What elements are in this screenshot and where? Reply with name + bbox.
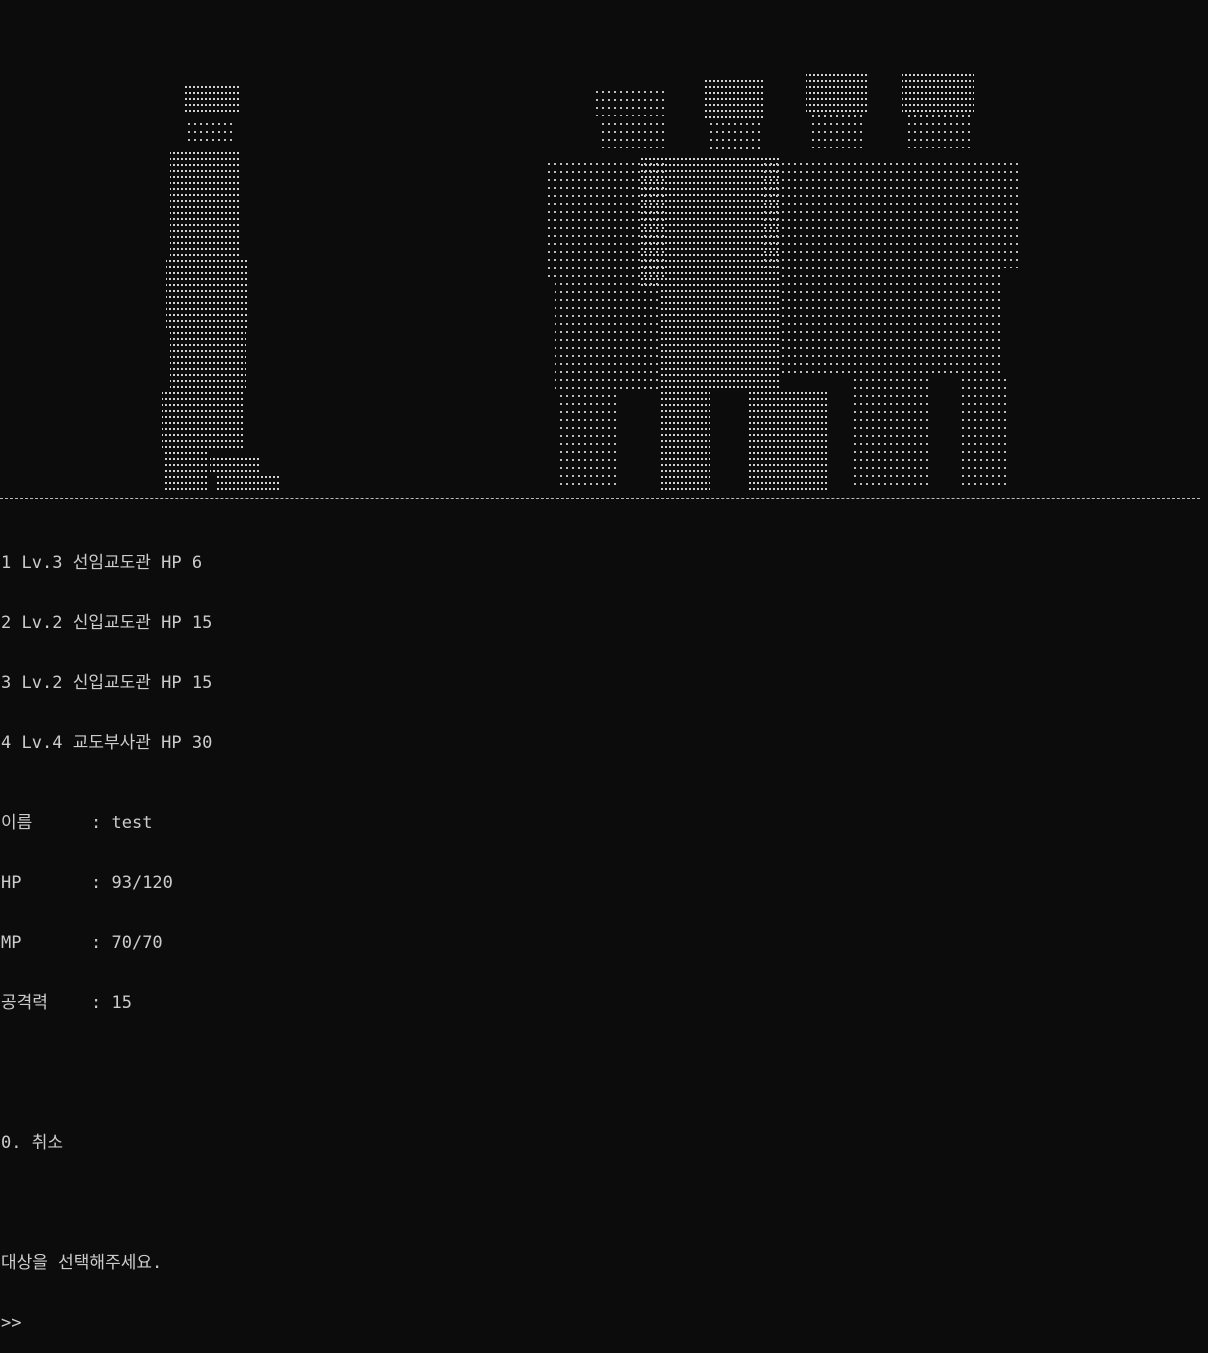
monster-list-item[interactable]: 4 Lv.4 교도부사관 HP 30 xyxy=(1,733,212,753)
ascii-art-scene xyxy=(162,72,1022,490)
player-name-value: test xyxy=(111,813,153,833)
player-hp-value: 93/120 xyxy=(111,873,173,893)
player-atk-value: 15 xyxy=(111,993,132,1013)
lone-figure-art xyxy=(162,86,280,490)
monster-list-item[interactable]: 2 Lv.2 신입교도관 HP 15 xyxy=(1,613,212,633)
input-prompt[interactable]: >> xyxy=(1,1313,212,1333)
instruction-text: 대상을 선택해주세요. xyxy=(1,1253,163,1273)
divider-line xyxy=(0,498,1200,499)
monster-list-item[interactable]: 3 Lv.2 신입교도관 HP 15 xyxy=(1,673,212,693)
player-name-row: 이름: test xyxy=(1,813,153,833)
cancel-option[interactable]: 0. 취소 xyxy=(1,1133,212,1153)
player-name-label: 이름 xyxy=(1,813,33,833)
player-hp-row: HP: 93/120 xyxy=(1,873,173,893)
player-atk-row: 공격력: 15 xyxy=(1,993,132,1013)
console-output: 1 Lv.3 선임교도관 HP 6 2 Lv.2 신입교도관 HP 15 3 L… xyxy=(1,513,212,1353)
player-atk-label: 공격력 xyxy=(1,993,48,1013)
player-hp-label: HP xyxy=(1,873,22,893)
guard-group-art xyxy=(545,72,1022,490)
player-mp-row: MP: 70/70 xyxy=(1,933,163,953)
player-mp-value: 70/70 xyxy=(111,933,163,953)
player-mp-label: MP xyxy=(1,933,22,953)
monster-list-item[interactable]: 1 Lv.3 선임교도관 HP 6 xyxy=(1,553,212,573)
